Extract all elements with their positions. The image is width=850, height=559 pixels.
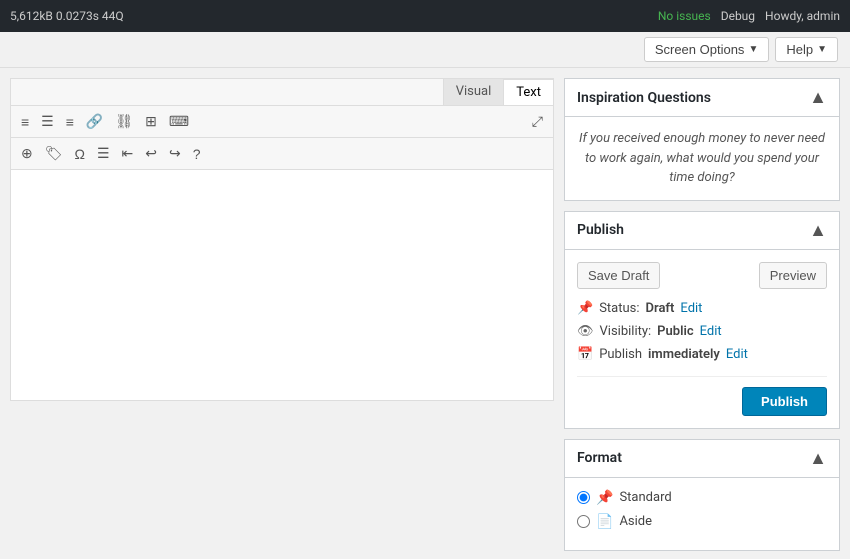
link-button[interactable]: 🔗 (82, 110, 107, 133)
status-label: Status: (599, 301, 639, 316)
publish-time-value: immediately (648, 347, 720, 362)
status-value: Draft (646, 301, 675, 316)
publish-body: Save Draft Preview 📌 Status: Draft Edit … (565, 250, 839, 428)
format-aside: 📄 Aside (577, 514, 827, 530)
redo-button[interactable]: ↪ (165, 142, 185, 165)
insert-more-button[interactable]: ⊕ (17, 142, 37, 165)
screen-options-label: Screen Options (655, 42, 745, 57)
tab-visual[interactable]: Visual (443, 79, 504, 105)
help-chevron-icon: ▼ (817, 44, 827, 55)
format-standard-radio[interactable] (577, 491, 590, 504)
keyboard-shortcuts-button[interactable]: ⌨ (165, 110, 193, 133)
editor-tab-row: Visual Text (10, 78, 554, 105)
status-row: 📌 Status: Draft Edit (577, 301, 827, 316)
inspiration-title: Inspiration Questions (577, 90, 711, 106)
save-draft-button[interactable]: Save Draft (577, 262, 660, 289)
editor-textarea[interactable] (10, 169, 554, 401)
omega-button[interactable]: Ω (71, 143, 89, 165)
admin-bar: Screen Options ▼ Help ▼ (0, 32, 850, 68)
help-label: Help (786, 42, 813, 57)
publish-button[interactable]: Publish (742, 387, 827, 416)
align-left-button[interactable]: ≡ (17, 111, 33, 133)
screen-options-button[interactable]: Screen Options ▼ (644, 37, 770, 62)
status-icon: 📌 (577, 301, 593, 316)
howdy-link[interactable]: Howdy, admin (765, 9, 840, 23)
toolbar-row1: ≡ ☰ ≡ 🔗 ⛓ ⊞ ⌨ ⤢ (10, 105, 554, 137)
publish-actions-row: Save Draft Preview (577, 262, 827, 289)
format-standard-label: Standard (619, 490, 671, 505)
help-toolbar-button[interactable]: ? (189, 143, 205, 165)
top-bar-stats: 5,612kB 0.0273s 44Q (10, 9, 124, 23)
aside-icon: 📄 (596, 514, 613, 530)
unlink-button[interactable]: ⛓ (111, 110, 137, 133)
editor-area: Visual Text ≡ ☰ ≡ 🔗 ⛓ ⊞ ⌨ ⤢ ⊕ 🏷 Ω ☰ ⇤ ↩ (0, 68, 564, 559)
expand-editor-button[interactable]: ⤢ (528, 110, 547, 133)
format-body: 📌 Standard 📄 Aside (565, 478, 839, 550)
help-button[interactable]: Help ▼ (775, 37, 838, 62)
visibility-icon: 👁 (577, 324, 594, 339)
format-metabox-header[interactable]: Format ▲ (565, 440, 839, 478)
publish-title: Publish (577, 222, 624, 238)
debug-link[interactable]: Debug (721, 9, 755, 23)
inspiration-toggle-icon[interactable]: ▲ (809, 87, 827, 108)
publish-metabox-header[interactable]: Publish ▲ (565, 212, 839, 250)
standard-icon: 📌 (596, 490, 613, 506)
list-button[interactable]: ☰ (93, 142, 114, 165)
publish-meta: 📌 Status: Draft Edit 👁 Visibility: Publi… (577, 301, 827, 362)
format-title: Format (577, 450, 622, 466)
table-button[interactable]: ⊞ (141, 110, 161, 133)
visibility-value: Public (657, 324, 693, 339)
format-toggle-icon[interactable]: ▲ (809, 448, 827, 469)
top-bar: 5,612kB 0.0273s 44Q No issues Debug Howd… (0, 0, 850, 32)
inspiration-question: If you received enough money to never ne… (577, 129, 827, 188)
outdent-button[interactable]: ⇤ (118, 142, 138, 165)
inspiration-body: If you received enough money to never ne… (565, 117, 839, 200)
publish-time-label: Publish (599, 347, 642, 362)
format-metabox: Format ▲ 📌 Standard 📄 Aside (564, 439, 840, 551)
preview-button[interactable]: Preview (759, 262, 827, 289)
inspiration-metabox-header[interactable]: Inspiration Questions ▲ (565, 79, 839, 117)
top-bar-right: No issues Debug Howdy, admin (658, 9, 840, 23)
status-edit-link[interactable]: Edit (680, 301, 702, 316)
format-aside-radio[interactable] (577, 515, 590, 528)
perf-stats: 5,612kB 0.0273s 44Q (10, 9, 124, 23)
publish-btn-row: Publish (577, 376, 827, 416)
visibility-row: 👁 Visibility: Public Edit (577, 324, 827, 339)
publish-metabox: Publish ▲ Save Draft Preview 📌 Status: D… (564, 211, 840, 429)
align-right-button[interactable]: ≡ (62, 111, 78, 133)
screen-options-chevron-icon: ▼ (748, 44, 758, 55)
no-issues-label: No issues (658, 9, 711, 23)
publish-time-edit-link[interactable]: Edit (726, 347, 748, 362)
visibility-label: Visibility: (600, 324, 652, 339)
inspiration-metabox: Inspiration Questions ▲ If you received … (564, 78, 840, 201)
format-aside-label: Aside (619, 514, 652, 529)
toolbar-row2: ⊕ 🏷 Ω ☰ ⇤ ↩ ↪ ? (10, 137, 554, 169)
sidebar: Inspiration Questions ▲ If you received … (564, 68, 850, 559)
undo-button[interactable]: ↩ (141, 142, 161, 165)
visibility-edit-link[interactable]: Edit (700, 324, 722, 339)
publish-time-row: 📅 Publish immediately Edit (577, 347, 827, 362)
main-layout: Visual Text ≡ ☰ ≡ 🔗 ⛓ ⊞ ⌨ ⤢ ⊕ 🏷 Ω ☰ ⇤ ↩ (0, 68, 850, 559)
calendar-icon: 📅 (577, 347, 593, 362)
tab-text[interactable]: Text (503, 79, 553, 105)
align-center-button[interactable]: ☰ (37, 110, 58, 133)
tag-button[interactable]: 🏷 (41, 142, 67, 165)
publish-toggle-icon[interactable]: ▲ (809, 220, 827, 241)
format-standard: 📌 Standard (577, 490, 827, 506)
